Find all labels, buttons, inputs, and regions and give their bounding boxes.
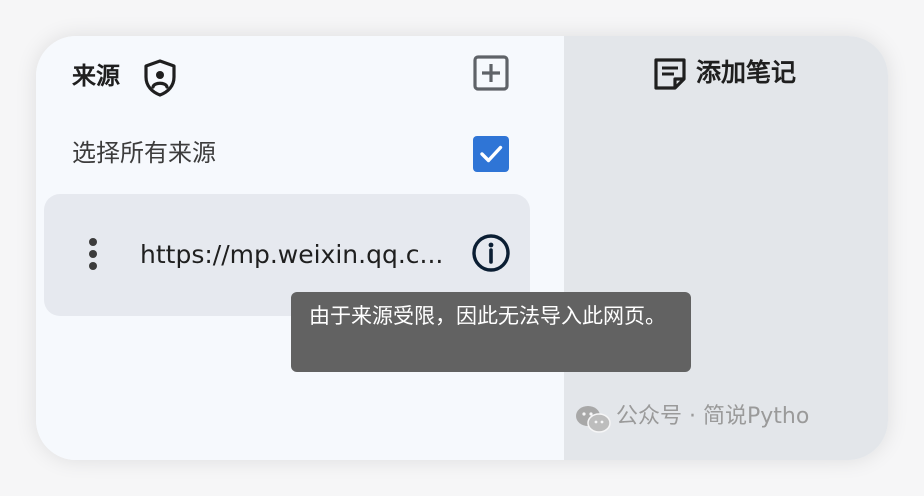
- info-icon[interactable]: [470, 232, 512, 274]
- more-vert-icon[interactable]: [88, 238, 98, 274]
- watermark-text: 公众号 · 简说Pytho: [616, 404, 810, 429]
- select-all-checkbox[interactable]: [473, 136, 509, 172]
- sources-panel: 来源 选择所有来源 https://mp.weixin.qq.c...: [36, 36, 564, 460]
- select-all-label: 选择所有来源: [72, 139, 216, 167]
- add-note-label: 添加笔记: [696, 58, 797, 87]
- restricted-source-tooltip: 由于来源受限，因此无法导入此网页。: [291, 292, 691, 372]
- sticky-note-icon: [654, 58, 686, 90]
- sources-title: 来源: [72, 62, 120, 90]
- notebook-window: 来源 选择所有来源 https://mp.weixin.qq.c... 添加笔记…: [36, 36, 888, 460]
- notes-panel: 添加笔记: [564, 36, 888, 460]
- source-url: https://mp.weixin.qq.c...: [140, 240, 444, 269]
- add-source-button[interactable]: [472, 54, 510, 92]
- shield-icon: [144, 59, 176, 97]
- checkmark-icon: [480, 145, 503, 163]
- wechat-icon: [576, 406, 611, 433]
